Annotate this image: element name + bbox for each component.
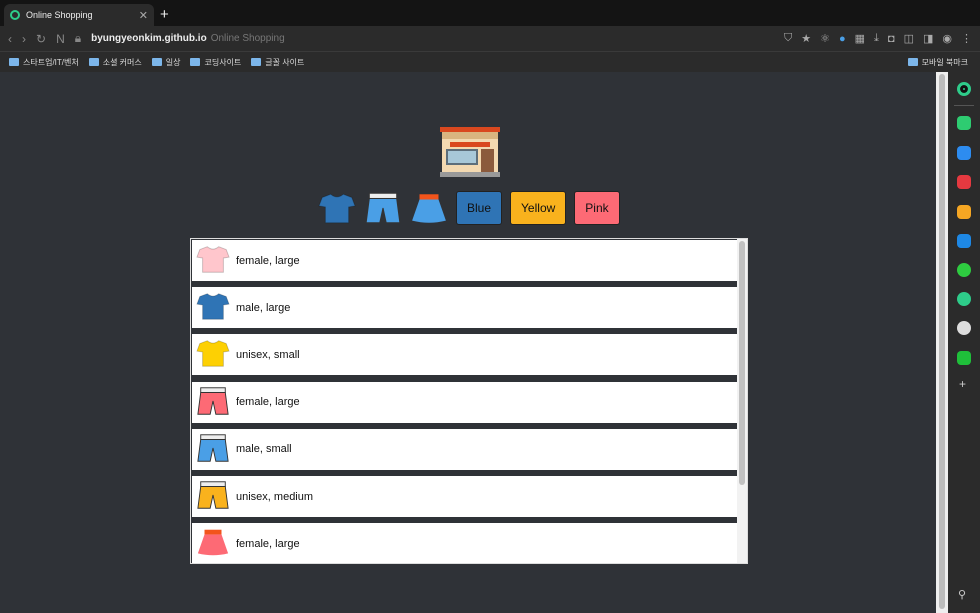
clothing-store-logo[interactable] bbox=[440, 127, 500, 177]
item-description: male, small bbox=[236, 443, 292, 456]
bookmark-label: 스타트업/IT/벤처 bbox=[23, 57, 79, 67]
add-icon[interactable]: + bbox=[959, 377, 966, 391]
bookmarks-bar: 스타트업/IT/벤처 소셜 커머스 일상 코딩사이트 글꼴 사이트 모바일 북마… bbox=[0, 51, 980, 72]
item-description: female, large bbox=[236, 396, 300, 409]
bookmark-label: 모바일 북마크 bbox=[921, 57, 968, 67]
folder-icon bbox=[9, 58, 19, 66]
bookmark-label: 글꼴 사이트 bbox=[265, 57, 305, 67]
tshirt-icon bbox=[196, 290, 230, 325]
bookmark-label: 소셜 커머스 bbox=[102, 57, 142, 67]
browser-sidebar: + ⚲ bbox=[948, 72, 980, 613]
tshirt-icon bbox=[196, 243, 230, 278]
bookmark-folder[interactable]: 스타트업/IT/벤처 bbox=[9, 57, 79, 68]
page-scrollbar[interactable] bbox=[936, 72, 948, 613]
favicon-icon bbox=[10, 10, 20, 20]
item-description: female, large bbox=[236, 254, 300, 267]
tab-bar: Online Shopping ✕ + bbox=[0, 0, 980, 26]
bookmark-label: 일상 bbox=[165, 57, 181, 67]
list-item[interactable]: female, large bbox=[192, 381, 738, 423]
pink-filter-button[interactable]: Pink bbox=[574, 191, 620, 225]
folder-icon bbox=[190, 58, 201, 66]
url-host: byungyeonkim.github.io bbox=[91, 33, 207, 44]
filter-controls: Blue Yellow Pink bbox=[318, 190, 620, 226]
blue-filter-button[interactable]: Blue bbox=[456, 191, 503, 225]
back-icon[interactable]: ‹ bbox=[8, 32, 12, 46]
papago-icon[interactable] bbox=[957, 234, 971, 248]
notion-icon[interactable]: N bbox=[56, 32, 65, 46]
close-tab-icon[interactable]: ✕ bbox=[139, 9, 148, 22]
react-icon[interactable]: ⚛ bbox=[820, 32, 830, 45]
bookmark-folder[interactable]: 소셜 커머스 bbox=[88, 57, 142, 68]
url-title: Online Shopping bbox=[210, 33, 285, 44]
list-scrollbar[interactable] bbox=[737, 239, 747, 563]
reader-icon[interactable]: ◫ bbox=[904, 32, 914, 45]
sidebar-icon[interactable]: ◨ bbox=[923, 32, 933, 45]
menu-icon[interactable]: ⋮ bbox=[961, 32, 972, 45]
item-description: unisex, small bbox=[236, 348, 300, 361]
webtoon-icon[interactable] bbox=[957, 351, 971, 365]
pants-icon bbox=[196, 385, 230, 420]
skirt-icon bbox=[196, 526, 230, 561]
list-item[interactable]: female, large bbox=[192, 240, 738, 281]
mobile-bookmarks[interactable]: 모바일 북마크 bbox=[907, 57, 968, 68]
list-item[interactable]: female, large bbox=[192, 523, 738, 563]
camera-icon[interactable]: ◘ bbox=[888, 33, 895, 45]
item-description: unisex, medium bbox=[236, 490, 314, 503]
avatar[interactable]: ◉ bbox=[942, 32, 952, 45]
list-item[interactable]: male, large bbox=[192, 287, 738, 329]
calendar-icon[interactable] bbox=[957, 146, 971, 160]
notification-icon[interactable] bbox=[957, 116, 971, 130]
folder-icon bbox=[907, 58, 918, 66]
extension-icon[interactable]: ● bbox=[839, 33, 846, 45]
toolbar: ‹ › ↻ N 🔒︎ byungyeonkim.github.io Online … bbox=[0, 26, 980, 51]
pants-icon bbox=[196, 432, 230, 467]
skirt-filter-icon[interactable] bbox=[410, 190, 448, 226]
pin-icon[interactable]: ⚲ bbox=[958, 588, 966, 601]
star-icon[interactable]: ★ bbox=[801, 32, 811, 45]
tshirt-filter-icon[interactable] bbox=[318, 190, 356, 226]
tshirt-icon bbox=[196, 337, 230, 372]
download-icon[interactable]: ⤓ bbox=[874, 32, 879, 45]
bookmark-label: 코딩사이트 bbox=[204, 57, 242, 67]
address-bar[interactable]: byungyeonkim.github.io Online Shopping bbox=[91, 33, 285, 44]
lock-icon: 🔒︎ bbox=[74, 31, 82, 45]
item-list: female, large unisex, medium male, small fe… bbox=[190, 238, 748, 564]
folder-icon bbox=[251, 58, 262, 66]
bookmark-folder[interactable]: 일상 bbox=[151, 57, 181, 68]
memo-icon[interactable] bbox=[957, 263, 971, 277]
pants-icon bbox=[196, 479, 230, 514]
play-icon[interactable] bbox=[957, 292, 971, 306]
yellow-filter-button[interactable]: Yellow bbox=[510, 191, 567, 225]
profile-icon[interactable] bbox=[957, 321, 971, 335]
folder-icon bbox=[151, 58, 162, 66]
item-description: male, large bbox=[236, 301, 291, 314]
list-item[interactable]: unisex, medium bbox=[192, 476, 738, 517]
bookmark-star-icon[interactable] bbox=[957, 205, 971, 219]
list-item[interactable]: male, small bbox=[192, 428, 738, 470]
bookmark-folder[interactable]: 코딩사이트 bbox=[190, 57, 241, 68]
list-item[interactable]: unisex, small bbox=[192, 334, 738, 376]
tab-title: Online Shopping bbox=[26, 10, 93, 20]
flag-icon[interactable]: ▦ bbox=[855, 32, 865, 45]
shield-icon[interactable]: ⛉ bbox=[784, 32, 792, 45]
pants-filter-icon[interactable] bbox=[364, 190, 402, 226]
new-tab-button[interactable]: + bbox=[160, 6, 169, 23]
folder-icon bbox=[88, 58, 99, 66]
item-description: female, large bbox=[236, 537, 300, 550]
reload-icon[interactable]: ↻ bbox=[36, 32, 46, 46]
forward-icon[interactable]: › bbox=[22, 32, 26, 46]
tab-online-shopping[interactable]: Online Shopping ✕ bbox=[4, 4, 154, 26]
bookmark-folder[interactable]: 글꼴 사이트 bbox=[251, 57, 304, 68]
pocket-icon[interactable] bbox=[957, 175, 971, 189]
whale-icon[interactable] bbox=[957, 82, 971, 96]
